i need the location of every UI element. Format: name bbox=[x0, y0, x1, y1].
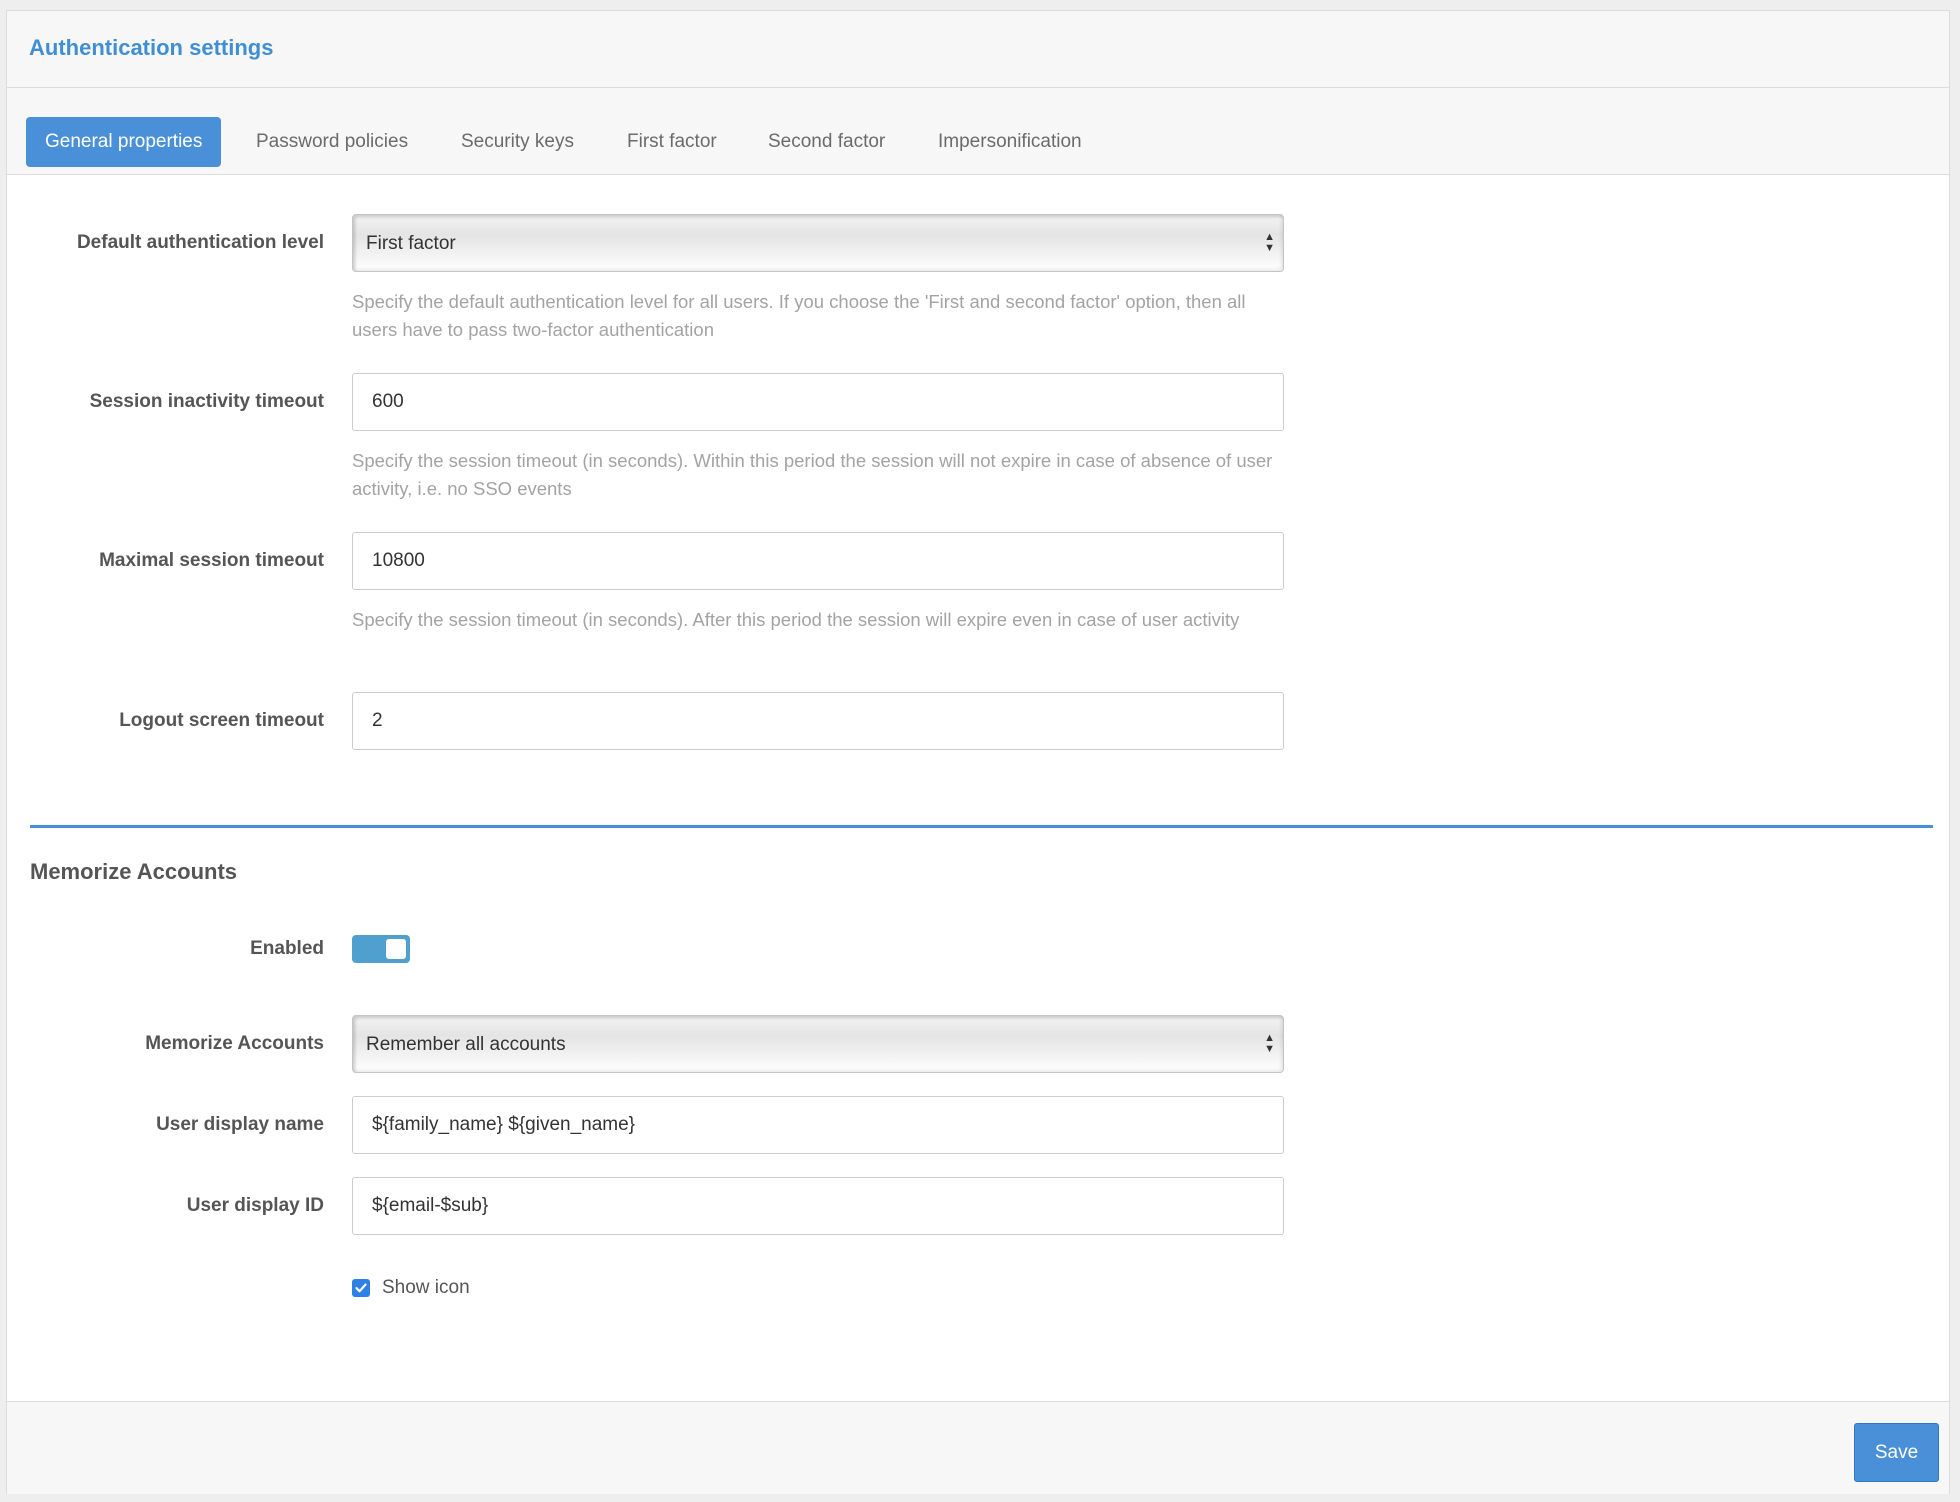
default-auth-level-help: Specify the default authentication level… bbox=[352, 291, 1246, 340]
display-name-input[interactable] bbox=[352, 1096, 1284, 1154]
show-icon-checkbox[interactable] bbox=[352, 1279, 370, 1297]
enabled-toggle[interactable] bbox=[352, 935, 410, 963]
max-timeout-input[interactable] bbox=[352, 532, 1284, 590]
memorize-mode-value: Remember all accounts bbox=[366, 1034, 566, 1055]
panel-footer: Save bbox=[7, 1401, 1949, 1494]
default-auth-level-value: First factor bbox=[366, 233, 456, 254]
select-arrows-icon: ▲ ▼ bbox=[1264, 231, 1275, 254]
inactivity-timeout-input[interactable] bbox=[352, 373, 1284, 431]
select-arrows-icon: ▲ ▼ bbox=[1264, 1032, 1275, 1055]
tab-impersonification[interactable]: Impersonification bbox=[938, 117, 1082, 167]
logout-timeout-input[interactable] bbox=[352, 692, 1284, 750]
tab-password-policies[interactable]: Password policies bbox=[256, 117, 408, 167]
default-auth-level-select[interactable]: First factor ▲ ▼ bbox=[352, 214, 1284, 272]
display-name-label: User display name bbox=[156, 1114, 324, 1135]
inactivity-timeout-help: Specify the session timeout (in seconds)… bbox=[352, 450, 1273, 499]
page-title: Authentication settings bbox=[29, 35, 274, 60]
tab-general-properties[interactable]: General properties bbox=[26, 117, 222, 167]
logout-timeout-label: Logout screen timeout bbox=[119, 710, 324, 731]
max-timeout-label: Maximal session timeout bbox=[99, 550, 324, 571]
inactivity-timeout-label: Session inactivity timeout bbox=[89, 391, 324, 412]
default-auth-level-label: Default authentication level bbox=[76, 232, 324, 253]
show-icon-label: Show icon bbox=[382, 1277, 470, 1298]
memorize-mode-label: Memorize Accounts bbox=[145, 1033, 324, 1054]
tab-bar: General properties Password policies Sec… bbox=[7, 88, 1949, 175]
checkmark-icon bbox=[355, 1283, 367, 1293]
auth-settings-panel: Authentication settings General properti… bbox=[6, 10, 1950, 1494]
memorize-section-title: Memorize Accounts bbox=[30, 859, 238, 884]
tab-first-factor[interactable]: First factor bbox=[627, 117, 717, 167]
max-timeout-help: Specify the session timeout (in seconds)… bbox=[352, 609, 1240, 630]
section-divider bbox=[30, 825, 1933, 828]
display-id-label: User display ID bbox=[186, 1195, 324, 1216]
tab-security-keys[interactable]: Security keys bbox=[461, 117, 574, 167]
tab-second-factor[interactable]: Second factor bbox=[768, 117, 885, 167]
toggle-knob bbox=[386, 939, 406, 959]
save-button[interactable]: Save bbox=[1854, 1423, 1939, 1482]
enabled-label: Enabled bbox=[250, 938, 324, 959]
panel-header: Authentication settings bbox=[7, 11, 1949, 88]
memorize-mode-select[interactable]: Remember all accounts ▲ ▼ bbox=[352, 1015, 1284, 1073]
display-id-input[interactable] bbox=[352, 1177, 1284, 1235]
